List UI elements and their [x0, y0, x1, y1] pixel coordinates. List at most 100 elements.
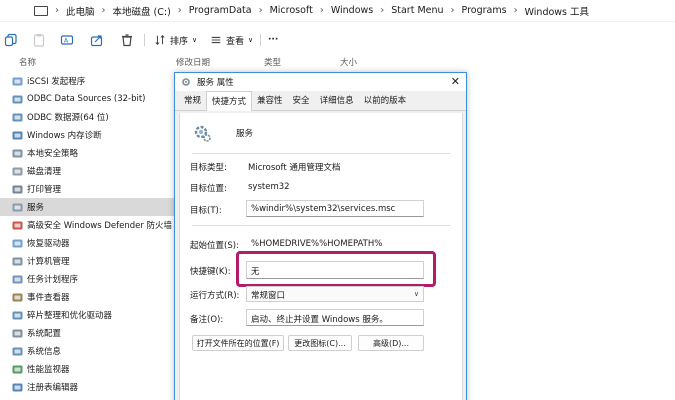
odbc-icon: [12, 94, 23, 105]
start-in-field[interactable]: %HOMEDRIVE%%HOMEPATH%: [246, 235, 424, 252]
chevron-right-icon: ›: [380, 5, 385, 16]
list-item[interactable]: 计算机管理: [0, 252, 175, 270]
share-icon[interactable]: [90, 33, 104, 47]
close-icon[interactable]: ✕: [451, 75, 460, 88]
list-item-label: 碎片整理和优化驱动器: [27, 311, 113, 321]
list-item-label: 事件查看器: [27, 293, 70, 303]
delete-icon[interactable]: [120, 33, 134, 47]
breadcrumb-programs[interactable]: Programs: [462, 5, 507, 16]
chevron-right-icon: ›: [101, 5, 106, 16]
list-item-label: ODBC Data Sources (32-bit): [27, 94, 146, 104]
tab-security[interactable]: 安全: [288, 94, 315, 110]
dialog-tabs: 常规 快捷方式 兼容性 安全 详细信息 以前的版本: [175, 91, 466, 111]
chevron-right-icon: ›: [55, 5, 59, 16]
list-item-label: 打印管理: [27, 185, 62, 195]
printer-icon: [12, 184, 23, 195]
column-header-modified[interactable]: 修改日期: [176, 56, 210, 68]
change-icon-button[interactable]: 更改图标(C)...: [288, 335, 352, 351]
run-label: 运行方式(R):: [190, 291, 240, 301]
target-location-label: 目标位置:: [190, 184, 227, 194]
list-item[interactable]: 系统配置: [0, 324, 175, 342]
list-item[interactable]: 高级安全 Windows Defender 防火墙: [0, 216, 175, 234]
list-item[interactable]: 磁盘清理: [0, 162, 175, 180]
chevron-down-icon: ∨: [248, 36, 254, 44]
command-bar: A 排序 ∨ 查看 ∨ ···: [0, 30, 675, 50]
advanced-button[interactable]: 高级(D)...: [358, 335, 424, 351]
column-header-name[interactable]: 名称: [19, 56, 36, 68]
breadcrumb-microsoft[interactable]: Microsoft: [270, 5, 313, 16]
list-item[interactable]: 事件查看器: [0, 288, 175, 306]
tab-shortcut[interactable]: 快捷方式: [206, 91, 253, 111]
chevron-right-icon: ›: [450, 5, 455, 16]
comment-label: 备注(O):: [190, 315, 224, 325]
list-item[interactable]: 性能监视器: [0, 360, 175, 378]
tab-details[interactable]: 详细信息: [315, 94, 359, 110]
recovery-drive-icon: [12, 238, 23, 249]
target-type-value: Microsoft 通用管理文档: [248, 163, 341, 173]
run-select[interactable]: 常规窗口 ∨: [246, 286, 424, 302]
more-options-button[interactable]: ···: [268, 33, 278, 47]
tab-general[interactable]: 常规: [179, 94, 206, 110]
view-button[interactable]: 查看 ∨: [210, 33, 253, 47]
breadcrumb-start-menu[interactable]: Start Menu: [391, 5, 443, 16]
address-bar[interactable]: › 此电脑 › 本地磁盘 (C:) › ProgramData › Micros…: [0, 0, 675, 22]
event-viewer-icon: [12, 292, 23, 303]
list-item-label: 性能监视器: [27, 365, 70, 375]
list-item[interactable]: 任务计划程序: [0, 270, 175, 288]
copy-icon[interactable]: [4, 33, 18, 47]
list-item-label: 本地安全策略: [27, 149, 79, 159]
services-shortcut-icon: [194, 125, 211, 142]
list-item-label: 服务: [27, 203, 45, 213]
list-item[interactable]: 碎片整理和优化驱动器: [0, 306, 175, 324]
this-pc-icon: [34, 5, 48, 16]
chevron-down-icon: ∨: [192, 36, 198, 44]
defrag-icon: [12, 310, 23, 321]
task-scheduler-icon: [12, 274, 23, 285]
list-item[interactable]: 本地安全策略: [0, 144, 175, 162]
list-item[interactable]: 系统信息: [0, 342, 175, 360]
disk-cleanup-icon: [12, 166, 23, 177]
tab-compatibility[interactable]: 兼容性: [252, 94, 288, 110]
rename-icon[interactable]: A: [60, 33, 74, 47]
toolbar-divider: [260, 34, 261, 46]
column-header-type[interactable]: 类型: [264, 56, 281, 68]
breadcrumb-windows-tools[interactable]: Windows 工具: [525, 4, 589, 18]
breadcrumb-c-drive[interactable]: 本地磁盘 (C:): [113, 4, 171, 18]
shortcut-key-label: 快捷键(K):: [190, 267, 231, 277]
list-item-label: 磁盘清理: [27, 167, 62, 177]
list-item[interactable]: 资源监视器: [0, 396, 175, 400]
odbc-icon: [12, 112, 23, 123]
list-item[interactable]: ODBC Data Sources (32-bit): [0, 90, 175, 108]
breadcrumb-programdata[interactable]: ProgramData: [189, 5, 252, 16]
list-item[interactable]: 恢复驱动器: [0, 234, 175, 252]
list-item[interactable]: iSCSI 发起程序: [0, 72, 175, 90]
start-in-label: 起始位置(S):: [190, 241, 239, 251]
list-item[interactable]: 注册表编辑器: [0, 378, 175, 396]
computer-management-icon: [12, 256, 23, 267]
dialog-title-bar[interactable]: 服务 属性: [175, 73, 466, 91]
target-label: 目标(T):: [190, 206, 222, 216]
paste-icon[interactable]: [32, 33, 46, 47]
breadcrumb-this-pc[interactable]: 此电脑: [66, 4, 95, 18]
list-item[interactable]: Windows 内存诊断: [0, 126, 175, 144]
list-item-label: 任务计划程序: [27, 275, 79, 285]
list-item[interactable]: 打印管理: [0, 180, 175, 198]
shortcut-tab-panel: 服务 目标类型: Microsoft 通用管理文档 目标位置: system32…: [179, 113, 463, 400]
properties-dialog: 服务 属性 ✕ 常规 快捷方式 兼容性 安全 详细信息 以前的版本 服务 目标类…: [174, 72, 467, 400]
list-item[interactable]: ODBC 数据源(64 位): [0, 108, 175, 126]
run-select-value: 常规窗口: [251, 291, 286, 301]
system-config-icon: [12, 328, 23, 339]
list-item-label: iSCSI 发起程序: [27, 77, 86, 87]
open-file-location-button[interactable]: 打开文件所在的位置(F): [192, 335, 284, 351]
target-field[interactable]: %windir%\system32\services.msc: [246, 200, 424, 217]
breadcrumb-windows[interactable]: Windows: [331, 5, 373, 16]
divider: [192, 153, 450, 154]
list-item[interactable]: 服务: [0, 198, 175, 216]
tab-previous-versions[interactable]: 以前的版本: [359, 94, 412, 110]
services-gear-icon: [182, 78, 190, 86]
sort-button[interactable]: 排序 ∨: [154, 33, 197, 47]
comment-field[interactable]: 启动、终止并设置 Windows 服务。: [246, 309, 424, 326]
performance-monitor-icon: [12, 364, 23, 375]
security-policy-icon: [12, 148, 23, 159]
column-header-size[interactable]: 大小: [340, 56, 357, 68]
